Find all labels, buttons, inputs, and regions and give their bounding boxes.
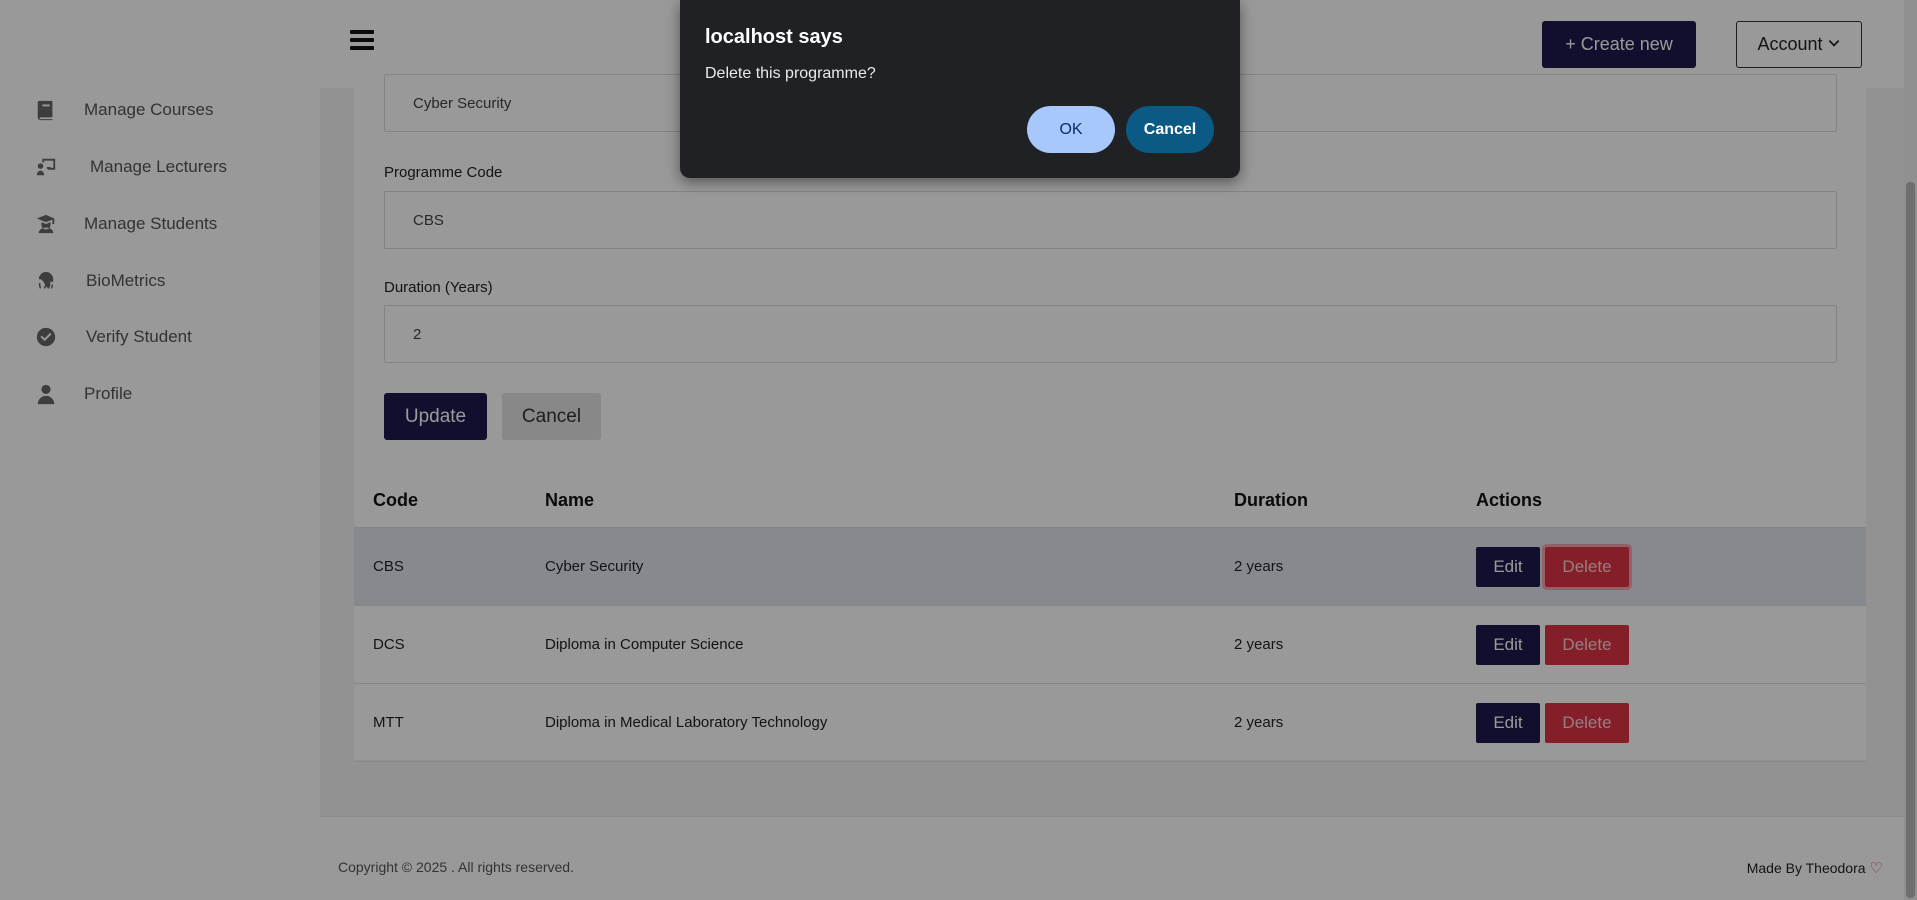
app-root: Manage Courses Manage Lecturers Manage S… (0, 0, 1917, 900)
confirm-dialog: localhost says Delete this programme? OK… (680, 0, 1240, 178)
dialog-message: Delete this programme? (705, 65, 876, 82)
dialog-ok-button[interactable]: OK (1027, 106, 1115, 153)
dialog-title: localhost says (705, 26, 843, 48)
dialog-cancel-button[interactable]: Cancel (1126, 106, 1214, 153)
